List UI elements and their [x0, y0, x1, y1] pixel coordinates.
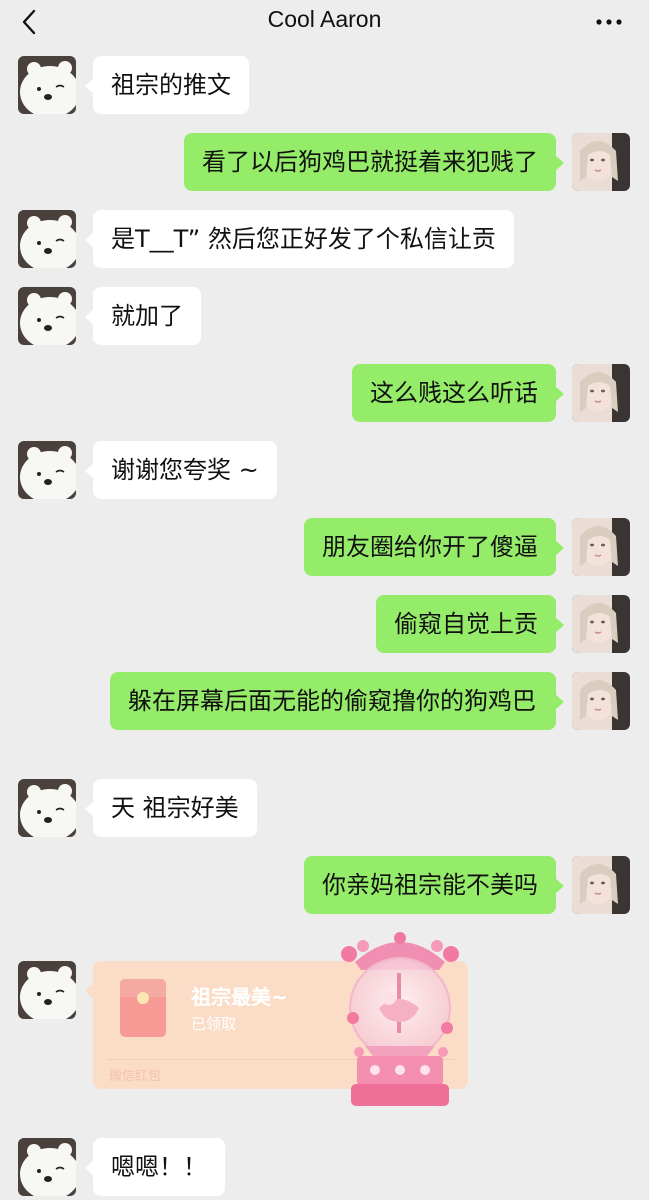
contact-avatar[interactable]	[18, 961, 76, 1019]
polar-bear-avatar-icon	[18, 210, 76, 268]
contact-avatar[interactable]	[18, 1138, 76, 1196]
message-bubble-sent[interactable]: 你亲妈祖宗能不美吗	[304, 856, 564, 914]
contact-avatar[interactable]	[18, 287, 76, 345]
my-avatar[interactable]	[572, 595, 630, 653]
message-bubble-received[interactable]: 就加了	[85, 287, 201, 345]
portrait-avatar-icon	[572, 133, 630, 191]
portrait-avatar-icon	[572, 518, 630, 576]
my-avatar[interactable]	[572, 364, 630, 422]
message-bubble-sent[interactable]: 躲在屏幕后面无能的偷窥撸你的狗鸡巴	[110, 672, 564, 730]
contact-avatar[interactable]	[18, 210, 76, 268]
red-envelope-icon	[120, 979, 166, 1037]
polar-bear-avatar-icon	[18, 287, 76, 345]
portrait-avatar-icon	[572, 672, 630, 730]
polar-bear-avatar-icon	[18, 56, 76, 114]
carousel-snowglobe-sticker-icon	[341, 932, 459, 1106]
portrait-avatar-icon	[572, 364, 630, 422]
message-bubble-received[interactable]: 祖宗的推文	[85, 56, 249, 114]
message-bubble-received[interactable]: 天 祖宗好美	[85, 779, 257, 837]
my-avatar[interactable]	[572, 133, 630, 191]
red-packet-title: 祖宗最美~	[191, 985, 288, 1009]
polar-bear-avatar-icon	[18, 441, 76, 499]
message-bubble-sent[interactable]: 这么贱这么听话	[352, 364, 564, 422]
portrait-avatar-icon	[572, 856, 630, 914]
red-packet-footer: 微信红包	[109, 1069, 162, 1084]
my-avatar[interactable]	[572, 672, 630, 730]
polar-bear-avatar-icon	[18, 779, 76, 837]
my-avatar[interactable]	[572, 856, 630, 914]
chat-header: Cool Aaron	[0, 0, 649, 44]
my-avatar[interactable]	[572, 518, 630, 576]
contact-avatar[interactable]	[18, 779, 76, 837]
message-bubble-sent[interactable]: 朋友圈给你开了傻逼	[304, 518, 564, 576]
message-bubble-received[interactable]: 是T__T” 然后您正好发了个私信让贡	[85, 210, 514, 268]
contact-avatar[interactable]	[18, 441, 76, 499]
contact-avatar[interactable]	[18, 56, 76, 114]
message-bubble-sent[interactable]: 看了以后狗鸡巴就挺着来犯贱了	[184, 133, 564, 191]
message-bubble-received[interactable]: 嗯嗯！！	[85, 1138, 225, 1196]
polar-bear-avatar-icon	[18, 961, 76, 1019]
red-packet-status: 已领取	[191, 1015, 237, 1033]
chat-title: Cool Aaron	[267, 6, 382, 32]
polar-bear-avatar-icon	[18, 1138, 76, 1196]
message-bubble-received[interactable]: 谢谢您夸奖 ~	[85, 441, 277, 499]
more-dots-icon[interactable]	[595, 12, 623, 32]
message-bubble-sent[interactable]: 偷窥自觉上贡	[376, 595, 564, 653]
portrait-avatar-icon	[572, 595, 630, 653]
